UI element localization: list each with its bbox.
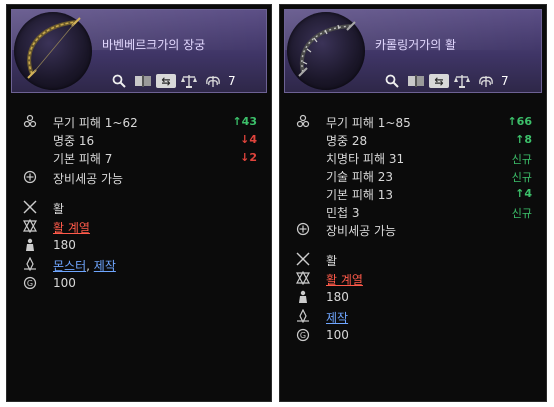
wings-icon[interactable] [475, 72, 497, 90]
svg-text:G: G [27, 279, 33, 288]
bow-item-icon [14, 12, 92, 90]
source-link-monster[interactable]: 몬스터 [53, 259, 86, 273]
item-name: 카롤링거가의 활 [375, 38, 457, 52]
source-separator: , [86, 259, 90, 273]
stats-icon [296, 114, 310, 128]
tooltip-toolbar: ⇆ 7 [108, 72, 236, 90]
stat-row: 치명타 피해 31 신규 [280, 149, 546, 167]
stat-row: 명중 16 ↓4 [7, 131, 271, 149]
coin-icon: G [23, 276, 37, 290]
level-value: 180 [53, 238, 76, 252]
skill-line-link[interactable]: 활 계열 [326, 271, 363, 288]
stat-label: 민첩 3 [326, 206, 360, 220]
scale-icon[interactable] [178, 72, 200, 90]
enchant-row: 장비세공 가능 [7, 169, 271, 187]
stat-row: 명중 28 ↑8 [280, 131, 546, 149]
weapon-type: 활 [326, 254, 338, 268]
scale-icon[interactable] [451, 72, 473, 90]
toolbar-count: 7 [228, 74, 236, 88]
item-tooltip-left: 바벤베르크가의 장궁 ⇆ 7 무기 피해 1~62 ↑43 명중 16 ↓4 기… [6, 4, 272, 402]
skill-line-link[interactable]: 활 계열 [53, 219, 90, 236]
svg-text:G: G [300, 331, 306, 340]
book-icon[interactable] [132, 72, 154, 90]
skill-line-row: 활 계열 [280, 270, 546, 288]
source-link-craft[interactable]: 제작 [94, 259, 116, 273]
stat-label: 치명타 피해 31 [326, 152, 405, 166]
item-name: 바벤베르크가의 장궁 [102, 38, 206, 52]
stat-row: 기본 피해 13 ↑4 [280, 185, 546, 203]
skill-tree-icon [295, 270, 311, 286]
tooltip-header: 카롤링거가의 활 ⇆ 7 [284, 9, 542, 93]
stat-label: 명중 16 [53, 134, 95, 148]
item-tooltip-right: 카롤링거가의 활 ⇆ 7 무기 피해 1~85 ↑66 명중 28 ↑8 치명타… [279, 4, 547, 402]
stat-change: ↓2 [240, 151, 257, 164]
enchant-icon [23, 170, 37, 184]
stat-change: 신규 [511, 171, 532, 184]
stat-row: 무기 피해 1~62 ↑43 [7, 113, 271, 131]
stat-row: 기본 피해 7 ↓2 [7, 149, 271, 167]
stat-label: 기본 피해 7 [53, 152, 113, 166]
bow-item-icon [287, 12, 365, 90]
trade-icon[interactable]: ⇆ [156, 74, 176, 88]
search-icon[interactable] [108, 72, 130, 90]
source-row: 몬스터, 제작 [7, 256, 271, 274]
toolbar-count: 7 [501, 74, 509, 88]
tooltip-body: 무기 피해 1~62 ↑43 명중 16 ↓4 기본 피해 7 ↓2 장비세공 … [7, 97, 271, 401]
source-icon [23, 256, 37, 272]
stat-label: 명중 28 [326, 134, 368, 148]
level-figure-icon [23, 238, 37, 252]
price-value: 100 [53, 276, 76, 290]
stat-row: 무기 피해 1~85 ↑66 [280, 113, 546, 131]
crossed-swords-icon [296, 252, 310, 266]
price-row: G 100 [7, 275, 271, 293]
stat-row: 기술 피해 23 신규 [280, 167, 546, 185]
price-row: G 100 [280, 327, 546, 345]
stat-label: 기본 피해 13 [326, 188, 394, 202]
stats-icon [23, 114, 37, 128]
book-icon[interactable] [405, 72, 427, 90]
search-icon[interactable] [381, 72, 403, 90]
weapon-type-row: 활 [7, 199, 271, 217]
level-row: 180 [7, 237, 271, 255]
stat-label: 무기 피해 1~62 [53, 116, 138, 130]
skill-tree-icon [22, 218, 38, 234]
level-figure-icon [296, 290, 310, 304]
crossed-swords-icon [23, 200, 37, 214]
enchant-text: 장비세공 가능 [326, 224, 397, 238]
stat-change: ↑8 [515, 133, 532, 146]
source-link-craft[interactable]: 제작 [326, 309, 348, 326]
enchant-text: 장비세공 가능 [53, 172, 124, 186]
level-value: 180 [326, 290, 349, 304]
stat-change: ↑4 [515, 187, 532, 200]
stat-label: 기술 피해 23 [326, 170, 394, 184]
price-value: 100 [326, 328, 349, 342]
stat-row: 민첩 3 신규 [280, 203, 546, 221]
trade-icon[interactable]: ⇆ [429, 74, 449, 88]
level-row: 180 [280, 289, 546, 307]
tooltip-body: 무기 피해 1~85 ↑66 명중 28 ↑8 치명타 피해 31 신규 기술 … [280, 97, 546, 401]
enchant-icon [296, 222, 310, 236]
enchant-row: 장비세공 가능 [280, 221, 546, 239]
stat-change: ↑43 [232, 115, 257, 128]
stat-change: 신규 [511, 153, 532, 166]
source-icon [296, 308, 310, 324]
skill-line-row: 활 계열 [7, 218, 271, 236]
stat-label: 무기 피해 1~85 [326, 116, 411, 130]
stat-change: ↓4 [240, 133, 257, 146]
weapon-type-row: 활 [280, 251, 546, 269]
source-row: 제작 [280, 308, 546, 326]
weapon-type: 활 [53, 202, 65, 216]
wings-icon[interactable] [202, 72, 224, 90]
tooltip-header: 바벤베르크가의 장궁 ⇆ 7 [11, 9, 267, 93]
tooltip-toolbar: ⇆ 7 [381, 72, 509, 90]
stat-change: 신규 [511, 207, 532, 220]
source-links: 몬스터, 제작 [53, 257, 116, 274]
coin-icon: G [296, 328, 310, 342]
stat-change: ↑66 [507, 115, 532, 128]
